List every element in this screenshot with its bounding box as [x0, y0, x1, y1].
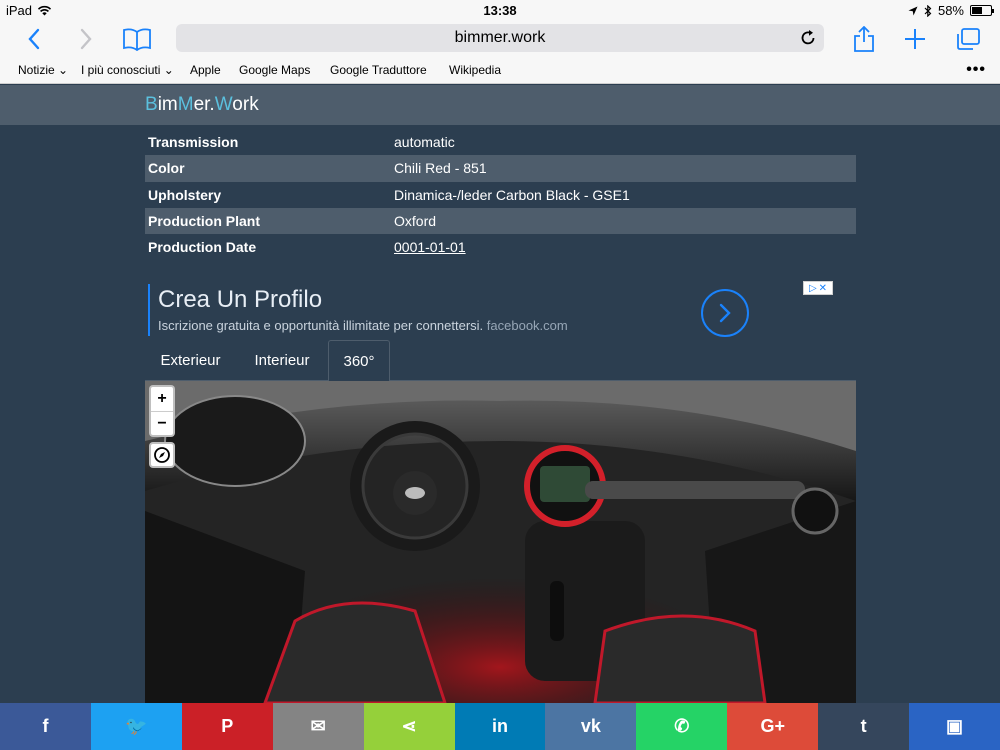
vk-share-button[interactable]: vk [545, 703, 637, 750]
spec-value: automatic [394, 134, 455, 151]
adchoices-icon[interactable]: ▷ ✕ [803, 281, 833, 295]
twitter-share-button[interactable]: 🐦 [90, 703, 182, 750]
spec-value: Oxford [394, 212, 437, 229]
bluetooth-icon [924, 4, 932, 17]
zoom-controls: + − [149, 385, 175, 437]
facebook-share-button[interactable]: f [0, 703, 91, 750]
spec-row: Transmission automatic [145, 129, 856, 155]
production-date-link[interactable]: 0001-01-01 [394, 239, 856, 255]
share-share-button[interactable]: ⋖ [363, 703, 455, 750]
back-button[interactable] [20, 24, 48, 54]
linkedin-share-button[interactable]: in [454, 703, 546, 750]
bookmark-apple[interactable]: Apple [190, 63, 221, 77]
new-tab-button[interactable] [901, 24, 929, 54]
clock: 13:38 [483, 3, 517, 18]
battery-percent: 58% [937, 3, 964, 18]
bookmark-google-maps[interactable]: Google Maps [239, 63, 310, 77]
status-bar: iPad 13:38 58% [0, 0, 1000, 20]
vk-icon: vk [580, 716, 601, 736]
tab-360[interactable]: 360° [328, 340, 390, 382]
chevron-left-icon [28, 28, 40, 50]
play-icon: ▷ [808, 282, 817, 294]
battery-level [972, 7, 983, 14]
spec-row: Upholstery Dinamica-/leder Carbon Black … [145, 182, 856, 208]
location-icon [908, 6, 918, 15]
spec-label: Color [148, 160, 185, 177]
spec-value: Chili Red - 851 [394, 160, 487, 177]
ad-banner[interactable]: Crea Un Profilo Iscrizione gratuita e op… [148, 282, 838, 338]
twitter-icon: 🐦 [125, 716, 148, 736]
bookmark-google-traduttore[interactable]: Google Traduttore [330, 63, 427, 77]
bookmark-wikipedia[interactable]: Wikipedia [449, 63, 501, 77]
zoom-in-button[interactable]: + [151, 387, 173, 411]
address-bar[interactable]: bimmer.work [176, 24, 824, 52]
spec-label: Production Date [148, 239, 257, 256]
googleplus-share-button[interactable]: G+ [727, 703, 819, 750]
more-icon[interactable]: ••• [966, 61, 986, 79]
share-icon: ⋖ [401, 716, 417, 736]
status-right: 58% [908, 3, 994, 18]
chevron-down-icon: ⌄ [163, 63, 174, 77]
googleplus-icon: G+ [760, 716, 785, 736]
facebook-icon: f [42, 716, 49, 736]
url-text: bimmer.work [454, 29, 546, 46]
share-sheet-button[interactable] [850, 24, 878, 54]
bookmark-folder-notizie[interactable]: Notizie ⌄ [18, 63, 68, 77]
bookmark-folder-piu-conosciuti[interactable]: I più conosciuti ⌄ [81, 63, 174, 77]
pinterest-icon: P [221, 716, 234, 736]
ad-subtitle: Iscrizione gratuita e opportunità illimi… [158, 318, 568, 333]
tab-interieur[interactable]: Interieur [239, 340, 325, 381]
ad-title[interactable]: Crea Un Profilo [158, 286, 322, 314]
tabs-overview-button[interactable] [954, 24, 982, 54]
close-icon[interactable]: ✕ [819, 283, 827, 294]
whatsapp-icon: ✆ [674, 716, 690, 736]
email-share-button[interactable]: ✉ [272, 703, 364, 750]
email-icon: ✉ [310, 716, 326, 736]
share-sheet-icon [854, 26, 874, 52]
bookmarks-bar: Notizie ⌄ I più conosciuti ⌄ Apple Googl… [0, 58, 1000, 84]
spec-row: Color Chili Red - 851 [145, 155, 856, 182]
ad-accent-bar [148, 284, 150, 336]
reload-icon[interactable] [800, 29, 816, 46]
bookmarks-button[interactable] [120, 24, 154, 54]
book-icon [123, 28, 151, 51]
spec-label: Upholstery [148, 186, 222, 203]
ad-domain: facebook.com [486, 318, 568, 333]
panorama-viewer[interactable]: + − [145, 381, 856, 703]
linkedin-icon: in [491, 716, 508, 736]
tumblr-share-button[interactable]: t [818, 703, 910, 750]
spec-label: Production Plant [148, 212, 260, 229]
spec-value: Dinamica-/leder Carbon Black - GSE1 [394, 186, 630, 203]
tumblr-icon: t [860, 716, 867, 736]
ad-go-button[interactable] [701, 289, 749, 337]
compass-icon [154, 447, 170, 463]
tab-exterieur[interactable]: Exterieur [145, 340, 236, 381]
site-logo[interactable]: BimMer.Work [145, 94, 259, 116]
chevron-down-icon: ⌄ [58, 63, 69, 77]
more-share-share-button[interactable]: ▣ [909, 703, 1000, 750]
vehicle-spec-table: Transmission automatic Color Chili Red -… [145, 129, 856, 260]
zoom-out-button[interactable]: − [151, 411, 173, 435]
battery-icon [970, 5, 994, 16]
car-interior-panorama[interactable] [145, 381, 856, 703]
site-navbar: BimMer.Work [0, 85, 1000, 125]
plus-icon [905, 29, 925, 49]
social-share-bar: f 🐦 P ✉ ⋖ in vk ✆ G+ t ▣ [0, 703, 1000, 750]
chevron-right-icon [80, 28, 92, 50]
view-tabs: Exterieur Interieur 360° [145, 340, 856, 382]
browser-toolbar: bimmer.work [0, 20, 1000, 58]
tabs-icon [957, 28, 980, 50]
more-share-icon: ▣ [946, 716, 964, 736]
chevron-right-icon [719, 303, 731, 323]
spec-row: Production Date 0001-01-01 [145, 234, 856, 260]
spec-label: Transmission [148, 134, 239, 151]
pinterest-share-button[interactable]: P [181, 703, 273, 750]
compass-button[interactable] [149, 442, 175, 468]
whatsapp-share-button[interactable]: ✆ [636, 703, 728, 750]
forward-button[interactable] [72, 24, 100, 54]
spec-row: Production Plant Oxford [145, 207, 856, 234]
